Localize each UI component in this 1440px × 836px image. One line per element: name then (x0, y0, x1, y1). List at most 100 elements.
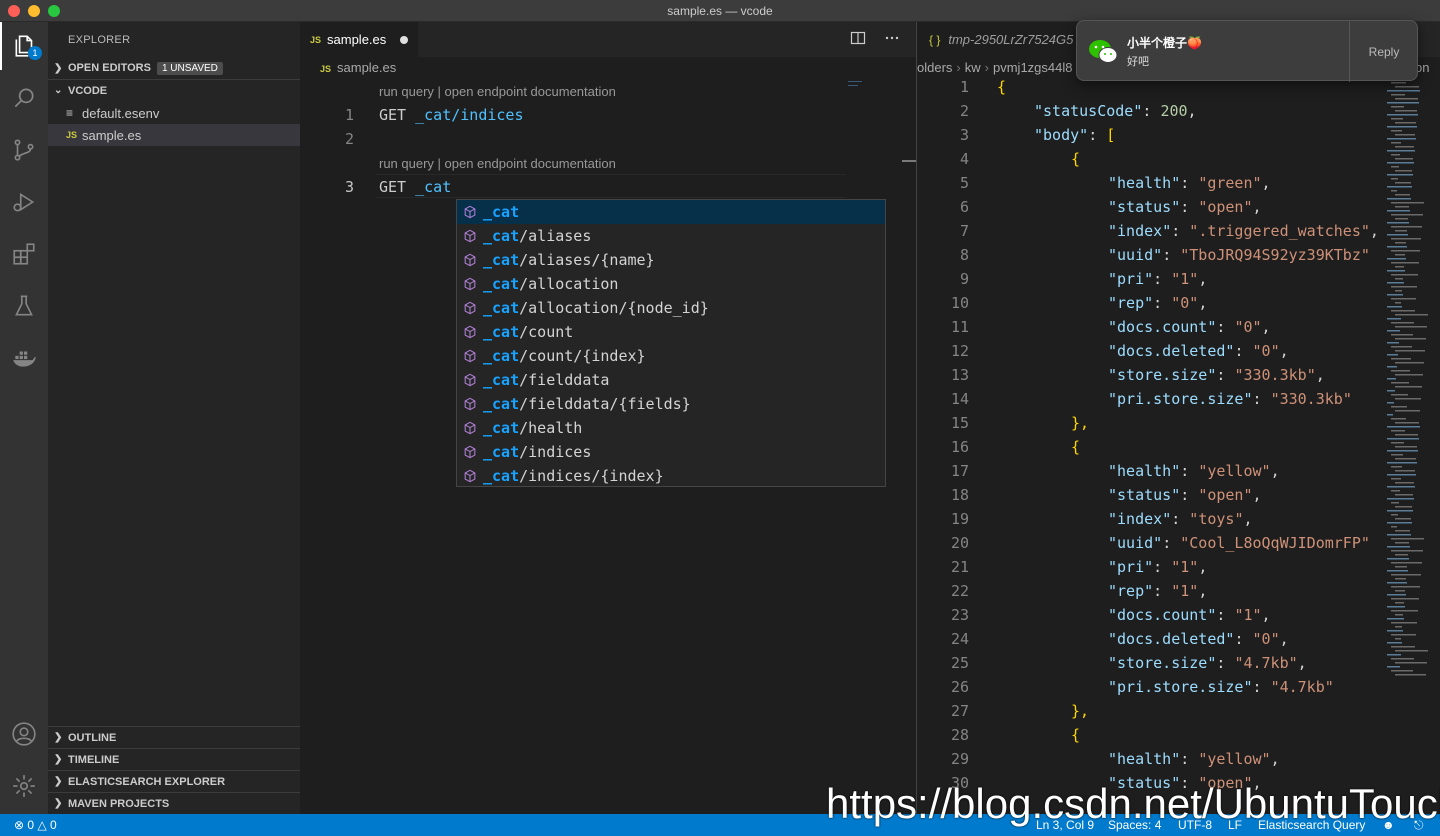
run-debug-activity[interactable] (0, 178, 48, 226)
title-bar: sample.es — vcode (0, 0, 1440, 22)
minimap-line (1391, 262, 1419, 264)
json-string-quoted: "1" (1171, 582, 1199, 600)
suggestion-match: _cat (483, 371, 520, 389)
line-number: 19 (950, 510, 969, 528)
minimap-line (1395, 542, 1409, 544)
minimap-line (1391, 610, 1418, 612)
json-response-view[interactable]: 1 {2 "statusCode": 200, 3 "body": [4 {5 "healt… (917, 22, 1383, 814)
workspace-section[interactable]: ⌄ VCODE (48, 79, 300, 101)
suggestion-item[interactable]: _cat/indices (457, 440, 885, 464)
json-key-quoted: "health" (1108, 462, 1181, 480)
json-string-quoted: "0" (1252, 342, 1280, 360)
file-item-sample-es[interactable]: JS sample.es (48, 124, 300, 146)
suggestion-item[interactable]: _cat/fielddata (457, 368, 885, 392)
reply-button[interactable]: Reply (1349, 21, 1419, 82)
outline-section[interactable]: ❯ OUTLINE (48, 726, 300, 748)
json-line: "status": "open", (1108, 198, 1262, 216)
suggestion-item[interactable]: _cat/aliases (457, 224, 885, 248)
codelens-line-1[interactable]: run query | open endpoint documentation (379, 84, 616, 99)
source-control-icon (14, 139, 34, 161)
docker-activity[interactable] (0, 334, 48, 382)
json-bracket: { (1071, 150, 1081, 168)
codelens-line-3[interactable]: run query | open endpoint documentation (379, 156, 616, 171)
timeline-section[interactable]: ❯ TIMELINE (48, 748, 300, 770)
tab-sample-es[interactable]: JS sample.es (300, 22, 419, 57)
minimap-line (1395, 338, 1426, 340)
suggestion-item[interactable]: _cat/allocation (457, 272, 885, 296)
minimap-line (1391, 406, 1407, 408)
minimap-line (1387, 666, 1400, 668)
minimap-line (1391, 274, 1418, 276)
extensions-activity[interactable] (0, 230, 48, 278)
account-activity[interactable] (0, 710, 48, 758)
json-key-quoted: "index" (1108, 510, 1172, 528)
suggestion-item[interactable]: _cat/count (457, 320, 885, 344)
unsaved-dot-icon[interactable] (400, 35, 409, 44)
minimap-line (1395, 314, 1428, 316)
minimap[interactable] (848, 80, 904, 90)
json-string: toys (1198, 510, 1235, 528)
line-number: 29 (950, 750, 969, 768)
split-editor-icon[interactable] (850, 30, 866, 46)
testing-activity[interactable] (0, 282, 48, 330)
open-editors-section[interactable]: ❯ OPEN EDITORS 1 UNSAVED (48, 57, 300, 79)
file-item-default-esenv[interactable]: ≡ default.esenv (48, 102, 300, 124)
minimap-line (1395, 290, 1402, 292)
minimap[interactable] (1383, 78, 1440, 678)
json-string: 1 (1180, 270, 1190, 288)
json-key-quoted: "rep" (1108, 294, 1154, 312)
suggestion-item[interactable]: _cat/health (457, 416, 885, 440)
suggestion-match: _cat (483, 227, 520, 245)
code-line-3[interactable]: GET _cat (379, 178, 451, 196)
watermark: https://blog.csdn.net/UbuntuTouch (826, 780, 1440, 827)
suggestion-item[interactable]: _cat/indices/{index} (457, 464, 885, 488)
suggestion-rest: /fielddata (519, 371, 610, 389)
minimap-line (1395, 506, 1412, 508)
minimap-line (1395, 98, 1418, 100)
minimap-line (1395, 458, 1416, 460)
problems-indicator[interactable]: ⊗ 0 △ 0 (14, 818, 57, 832)
suggestion-rest: /indices (519, 443, 592, 461)
minimap-line (1387, 558, 1409, 560)
minimap-line (1387, 582, 1407, 584)
source-control-activity[interactable] (0, 126, 48, 174)
manage-activity[interactable] (0, 762, 48, 810)
suggestion-match: _cat (483, 419, 520, 437)
chat-notification[interactable]: 小半个橙子🍑 好吧 Reply (1076, 20, 1419, 82)
scrollbar[interactable] (902, 160, 916, 162)
json-key-quoted: "docs.deleted" (1108, 630, 1235, 648)
json-line: "store.size": "330.3kb", (1108, 366, 1325, 384)
more-actions-icon[interactable] (884, 30, 900, 46)
module-icon (461, 443, 479, 461)
elasticsearch-explorer-section[interactable]: ❯ ELASTICSEARCH EXPLORER (48, 770, 300, 792)
line-number: 4 (959, 150, 969, 168)
minimap-line (1395, 482, 1414, 484)
json-string: 330.3kb (1279, 390, 1343, 408)
minimap-line (1387, 222, 1409, 224)
search-activity[interactable] (0, 74, 48, 122)
suggestion-item[interactable]: _cat/allocation/{node_id} (457, 296, 885, 320)
json-key-quoted: "pri.store.size" (1108, 678, 1253, 696)
breadcrumb[interactable]: JS sample.es (320, 60, 396, 75)
json-comma: , (1198, 294, 1208, 312)
json-comma: , (1261, 606, 1271, 624)
code-line-1[interactable]: GET _cat/indices (379, 106, 524, 124)
json-string: 4.7kb (1279, 678, 1325, 696)
suggestion-item[interactable]: _cat/aliases/{name} (457, 248, 885, 272)
json-key: status (1117, 198, 1172, 216)
suggestion-item[interactable]: _cat/fielddata/{fields} (457, 392, 885, 416)
json-comma: , (1261, 318, 1271, 336)
minimap-line (1387, 390, 1395, 392)
suggestion-item[interactable]: _cat (457, 200, 885, 224)
json-string-quoted: "4.7kb" (1270, 678, 1334, 696)
json-key: docs.deleted (1117, 630, 1226, 648)
maven-projects-section[interactable]: ❯ MAVEN PROJECTS (48, 792, 300, 814)
json-string-quoted: "1" (1171, 270, 1199, 288)
http-method: GET (379, 106, 407, 124)
json-string-quoted: "green" (1198, 174, 1262, 192)
window-title: sample.es — vcode (667, 4, 773, 18)
explorer-activity[interactable]: 1 (0, 22, 48, 70)
suggestion-rest: /indices/{index} (519, 467, 664, 485)
suggestion-item[interactable]: _cat/count/{index} (457, 344, 885, 368)
suggestion-match: _cat (483, 443, 520, 461)
